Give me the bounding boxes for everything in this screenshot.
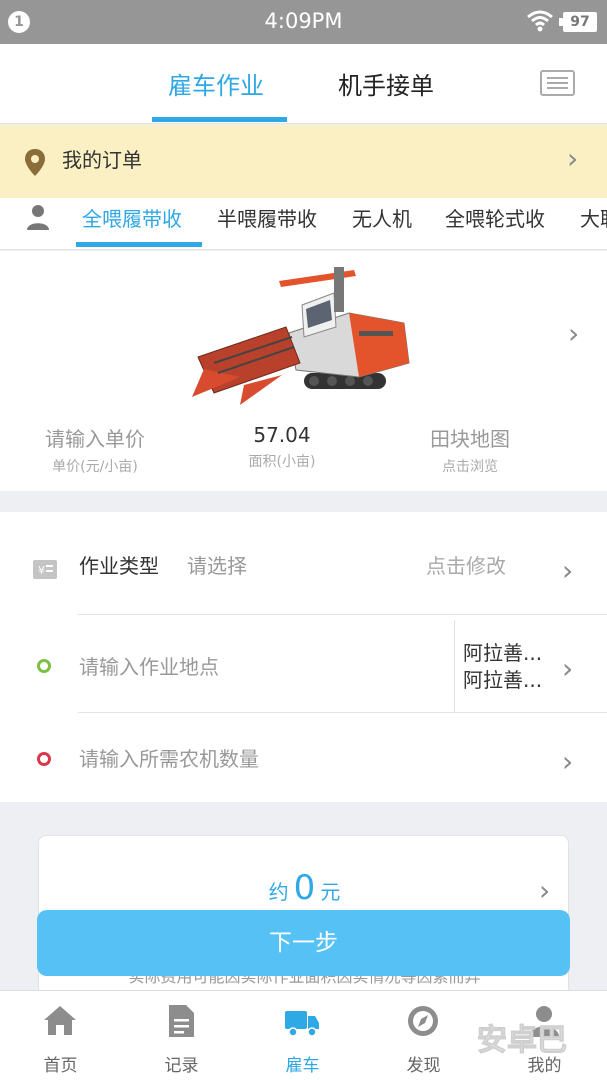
work-location-input[interactable]: 请输入作业地点 (79, 651, 219, 680)
area-display: 57.04 面积(小亩) (197, 423, 367, 471)
my-orders-banner[interactable]: 我的订单 › (0, 125, 607, 198)
active-category-indicator (76, 242, 202, 247)
tab-driver-orders[interactable]: 机手接单 (338, 66, 434, 101)
machine-quantity-input[interactable]: 请输入所需农机数量 (79, 743, 259, 772)
watermark-logo: 安卓巴 (477, 1023, 568, 1059)
field-map-caption: 点击浏览 (442, 459, 498, 475)
work-type-label: 作业类型 (79, 554, 159, 578)
unit-price-field[interactable]: 请输入单价 单价(元/小亩) (10, 423, 180, 476)
chevron-right-icon: › (562, 745, 574, 778)
top-tab-bar: 雇车作业 机手接单 (0, 44, 607, 124)
nav-discover[interactable]: 发现 (363, 991, 484, 1080)
chevron-right-icon: › (567, 142, 579, 175)
battery-indicator: 97 (559, 12, 597, 32)
price-tag-icon: ¥ (33, 560, 57, 579)
svg-text:¥: ¥ (38, 564, 45, 577)
harvester-image[interactable] (184, 265, 434, 410)
list-icon[interactable] (540, 70, 575, 96)
svg-text:安卓巴: 安卓巴 (477, 1023, 567, 1058)
my-orders-label: 我的订单 (62, 148, 142, 172)
location-region-line-2: 阿拉善... (463, 668, 543, 692)
active-tab-indicator (152, 117, 287, 122)
nav-records[interactable]: 记录 (121, 991, 242, 1080)
machine-category-tabs: 全喂履带收 半喂履带收 无人机 全喂轮式收 大联 (0, 198, 607, 250)
location-pin-icon (25, 149, 45, 176)
field-map-label: 田块地图 (430, 427, 510, 451)
unit-price-placeholder: 请输入单价 (45, 427, 145, 451)
nav-discover-label: 发现 (406, 1056, 441, 1076)
compass-icon (408, 1006, 438, 1036)
unit-price-caption: 单价(元/小亩) (52, 459, 138, 475)
area-value: 57.04 (253, 423, 311, 447)
nav-home-label: 首页 (43, 1056, 78, 1076)
end-dot-icon (37, 752, 51, 766)
chevron-right-icon: › (568, 317, 580, 350)
status-time: 4:09PM (264, 9, 343, 33)
estimated-price: 约 0 元 (39, 868, 570, 908)
nav-hire[interactable]: 雇车 (242, 991, 363, 1080)
work-location-row[interactable]: 请输入作业地点 阿拉善... 阿拉善... › (0, 615, 607, 712)
document-icon (169, 1005, 194, 1037)
chevron-right-icon: › (562, 652, 574, 685)
work-type-row[interactable]: ¥ 作业类型 请选择 点击修改 › (0, 512, 607, 614)
price-unit: 元 (320, 880, 341, 904)
chevron-right-icon: › (539, 874, 551, 907)
nav-hire-label: 雇车 (285, 1056, 320, 1076)
nav-records-label: 记录 (164, 1056, 199, 1076)
location-region-line-1: 阿拉善... (463, 641, 543, 665)
start-dot-icon (37, 659, 51, 673)
wifi-icon (527, 10, 553, 32)
category-tab-half-feed-track[interactable]: 半喂履带收 (217, 203, 317, 232)
category-tab-full-feed-track[interactable]: 全喂履带收 (82, 203, 182, 232)
category-tab-full-feed-wheel[interactable]: 全喂轮式收 (445, 203, 545, 232)
status-bar: 1 4:09PM 97 (0, 0, 607, 44)
nav-home[interactable]: 首页 (0, 991, 121, 1080)
tab-hire-vehicle[interactable]: 雇车作业 (168, 66, 264, 101)
order-form: ¥ 作业类型 请选择 点击修改 › 请输入作业地点 阿拉善... 阿拉善... … (0, 512, 607, 802)
work-type-edit-action: 点击修改 (426, 554, 506, 578)
truck-icon (285, 1011, 319, 1037)
work-type-placeholder: 请选择 (187, 554, 247, 578)
price-value: 0 (293, 868, 316, 908)
field-map-link[interactable]: 田块地图 点击浏览 (385, 423, 555, 476)
machine-card: › 请输入单价 单价(元/小亩) 57.04 面积(小亩) 田块地图 点击浏览 (0, 251, 607, 491)
category-tab-large[interactable]: 大联 (580, 203, 607, 232)
next-step-button[interactable]: 下一步 (37, 910, 570, 976)
price-prefix: 约 (268, 880, 289, 904)
vertical-divider (454, 620, 455, 712)
area-caption: 面积(小亩) (248, 454, 316, 470)
person-icon[interactable] (26, 204, 50, 230)
machine-quantity-row[interactable]: 请输入所需农机数量 › (0, 713, 607, 802)
chevron-right-icon: › (562, 554, 574, 587)
home-icon (44, 1006, 76, 1035)
category-tab-drone[interactable]: 无人机 (352, 203, 412, 232)
